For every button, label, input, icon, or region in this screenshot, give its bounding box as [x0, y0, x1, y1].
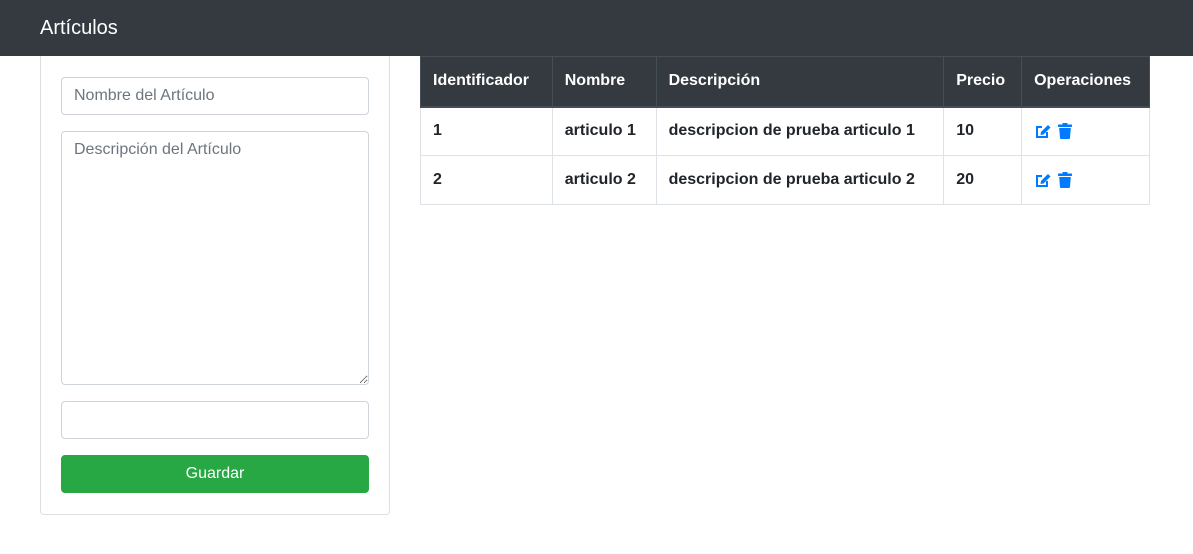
- articles-table: Identificador Nombre Descripción Precio …: [420, 56, 1150, 205]
- cell-name: articulo 2: [551, 155, 657, 205]
- article-description-textarea[interactable]: [61, 131, 369, 385]
- operations-icons: [1034, 122, 1137, 140]
- cell-operations: [1021, 155, 1150, 205]
- header-description: Descripción: [655, 56, 945, 108]
- table-body: 1 articulo 1 descripcion de prueba artic…: [420, 106, 1150, 205]
- table-row: 2 articulo 2 descripcion de prueba artic…: [420, 155, 1150, 205]
- navbar: Artículos: [0, 0, 1193, 56]
- edit-icon[interactable]: [1034, 122, 1052, 140]
- articles-table-container: Identificador Nombre Descripción Precio …: [420, 56, 1150, 205]
- header-name: Nombre: [551, 56, 657, 108]
- article-name-input[interactable]: [61, 77, 369, 115]
- cell-id: 1: [420, 106, 553, 156]
- article-form-card: Guardar: [40, 56, 390, 515]
- table-row: 1 articulo 1 descripcion de prueba artic…: [420, 106, 1150, 156]
- navbar-brand[interactable]: Artículos: [40, 18, 118, 38]
- save-button[interactable]: Guardar: [61, 455, 369, 493]
- trash-icon[interactable]: [1056, 171, 1074, 189]
- edit-icon[interactable]: [1034, 171, 1052, 189]
- article-price-input[interactable]: [61, 401, 369, 439]
- table-header: Identificador Nombre Descripción Precio …: [420, 56, 1150, 108]
- cell-id: 2: [420, 155, 553, 205]
- table-header-row: Identificador Nombre Descripción Precio …: [420, 56, 1150, 108]
- header-price: Precio: [943, 56, 1023, 108]
- trash-icon[interactable]: [1056, 122, 1074, 140]
- cell-price: 20: [943, 155, 1023, 205]
- cell-price: 10: [943, 106, 1023, 156]
- cell-name: articulo 1: [551, 106, 657, 156]
- cell-description: descripcion de prueba articulo 2: [655, 155, 945, 205]
- cell-description: descripcion de prueba articulo 1: [655, 106, 945, 156]
- header-operations: Operaciones: [1021, 56, 1150, 108]
- header-id: Identificador: [420, 56, 553, 108]
- cell-operations: [1021, 106, 1150, 156]
- operations-icons: [1034, 171, 1137, 189]
